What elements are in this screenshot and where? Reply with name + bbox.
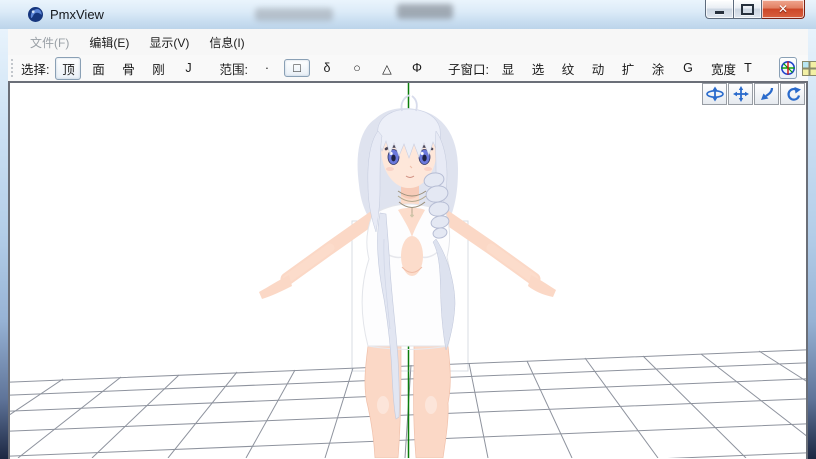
orbit-icon [706, 86, 724, 102]
subwindow-motion-button[interactable]: 动 [585, 57, 611, 80]
subwindow-extend-button[interactable]: 扩 [615, 57, 641, 80]
subwindow-width-button[interactable]: 宽度 [705, 57, 731, 80]
toolbar: 选择: 顶 面 骨 刚 J 范围: · □ δ ○ △ Φ 子窗口: 显 选 纹… [8, 55, 808, 82]
subwindow-select-button[interactable]: 选 [525, 57, 551, 80]
maximize-button[interactable] [734, 0, 762, 19]
redacted-blur [255, 8, 333, 21]
select-rigid-button[interactable]: 刚 [145, 57, 171, 80]
menu-file[interactable]: 文件(F) [20, 30, 79, 55]
menubar: 文件(F) 编辑(E) 显示(V) 信息(I) [8, 29, 808, 55]
range-triangle-button[interactable]: △ [374, 59, 400, 78]
subwindow-paint-button[interactable]: 涂 [645, 57, 671, 80]
range-point-button[interactable]: · [254, 59, 280, 77]
select-joint-button[interactable]: J [175, 59, 201, 77]
quad-view-button[interactable] [801, 57, 816, 79]
range-box-button[interactable]: □ [284, 59, 310, 77]
menu-view[interactable]: 显示(V) [139, 30, 199, 55]
toolbar-gripper[interactable] [11, 59, 13, 77]
select-group-label: 选择: [21, 59, 49, 78]
rotate-view-button[interactable] [780, 83, 805, 105]
window-border-right [807, 29, 816, 459]
select-face-button[interactable]: 面 [85, 57, 111, 80]
menu-edit[interactable]: 编辑(E) [79, 30, 139, 55]
maximize-icon [741, 4, 754, 15]
range-circle-button[interactable]: ○ [344, 59, 370, 77]
axis-sphere-button[interactable] [779, 57, 797, 79]
range-phi-button[interactable]: Φ [404, 59, 430, 77]
subwindow-t-button[interactable]: T [735, 59, 761, 77]
rotate-view-icon [785, 86, 801, 102]
viewport-nav-buttons [701, 83, 805, 105]
viewport-canvas[interactable] [8, 81, 808, 458]
minimize-button[interactable] [705, 0, 734, 19]
titlebar[interactable]: PmxView ✕ [0, 0, 816, 30]
subwindow-g-button[interactable]: G [675, 59, 701, 77]
close-button[interactable]: ✕ [762, 0, 805, 19]
window-controls: ✕ [705, 0, 805, 20]
range-group-label: 范围: [219, 59, 247, 78]
select-vertex-button[interactable]: 顶 [55, 57, 81, 80]
subwindow-group-label: 子窗口: [448, 59, 489, 78]
orbit-button[interactable] [702, 83, 727, 105]
client-area: 文件(F) 编辑(E) 显示(V) 信息(I) 选择: 顶 面 骨 刚 J 范围… [8, 29, 808, 459]
zoom-view-button[interactable] [754, 83, 779, 105]
range-delta-button[interactable]: δ [314, 59, 340, 77]
subwindow-display-button[interactable]: 显 [495, 57, 521, 80]
redacted-blur [397, 4, 453, 19]
close-icon: ✕ [778, 3, 788, 15]
axis-sphere-icon [780, 60, 796, 76]
pmxview-window: PmxView ✕ 文件(F) 编辑(E) 显示(V) 信息(I) 选择: 顶 … [0, 0, 816, 459]
window-title: PmxView [50, 7, 104, 22]
quad-view-icon [802, 61, 816, 76]
app-icon [27, 6, 44, 23]
pan-button[interactable] [728, 83, 753, 105]
viewport[interactable] [8, 81, 808, 459]
subwindow-texture-button[interactable]: 纹 [555, 57, 581, 80]
character-model [259, 95, 556, 458]
pan-icon [733, 86, 749, 102]
select-bone-button[interactable]: 骨 [115, 57, 141, 80]
menu-info[interactable]: 信息(I) [199, 30, 254, 55]
minimize-icon [715, 11, 724, 14]
zoom-view-icon [759, 86, 775, 102]
